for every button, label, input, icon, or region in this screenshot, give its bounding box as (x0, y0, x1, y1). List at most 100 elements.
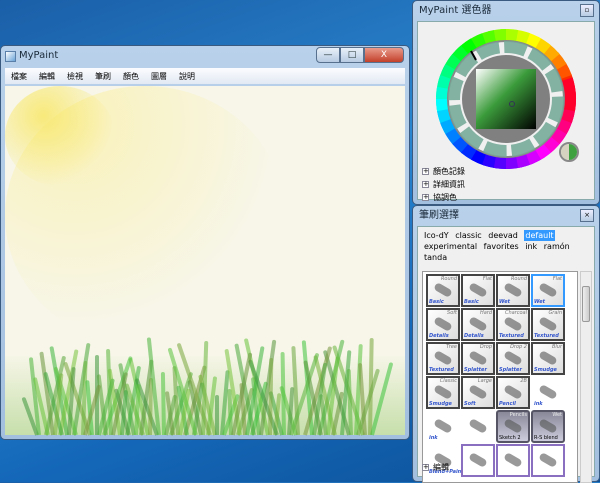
brush-group-label: Textured (429, 367, 454, 373)
brush-item[interactable] (496, 444, 530, 477)
brush-name: 2B (520, 378, 527, 384)
brush-stroke-preview (503, 282, 523, 298)
brush-group-label: Smudge (429, 401, 452, 407)
brush-stroke-preview (468, 316, 488, 332)
brush-item[interactable]: Drop 2 Splatter (496, 342, 530, 375)
brush-name: Soft (447, 310, 457, 316)
brush-group-tab[interactable]: favorites (484, 241, 519, 252)
mypaint-main-window: MyPaint — □ X 檔案 編輯 檢視 筆刷 顏色 圖層 說明 (0, 45, 410, 440)
brush-item[interactable]: Round Basic (426, 274, 460, 307)
menu-brush[interactable]: 筆刷 (95, 71, 111, 82)
brush-group-tab[interactable]: default (524, 230, 555, 241)
brush-group-tab[interactable]: experimental (424, 241, 477, 252)
brush-item[interactable]: Drop Splatter (461, 342, 495, 375)
brush-group-tab[interactable]: deevad (488, 230, 518, 241)
menu-view[interactable]: 檢視 (67, 71, 83, 82)
brush-item[interactable]: Round Wet (496, 274, 530, 307)
brush-item[interactable]: Hard Details (461, 308, 495, 341)
drawing-canvas[interactable] (5, 86, 405, 436)
menu-help[interactable]: 說明 (179, 71, 195, 82)
title-bar[interactable]: MyPaint — □ X (1, 46, 409, 66)
brush-stroke-preview (433, 418, 453, 434)
brush-item[interactable]: Blur Smudge (531, 342, 565, 375)
brush-item[interactable] (531, 444, 565, 477)
menu-file[interactable]: 檔案 (11, 71, 27, 82)
panel-close-button[interactable]: ▫ (580, 4, 594, 17)
brush-group-tab[interactable]: ramón (544, 241, 570, 252)
hue-segment (561, 77, 576, 112)
brush-item[interactable] (461, 410, 495, 443)
expander-details[interactable]: + 詳細資訊 (418, 178, 465, 191)
brush-item[interactable]: Soft Details (426, 308, 460, 341)
brush-name: Large (477, 378, 492, 384)
brush-name: Drop (479, 344, 492, 350)
brush-item[interactable]: Pencils Sketch 2 (496, 410, 530, 443)
brush-item[interactable] (461, 444, 495, 477)
brush-grid: Round Basic Flat Basic Round Wet Flat Wet Soft De… (422, 271, 578, 483)
saturation-value-square (476, 69, 536, 129)
maximize-button[interactable]: □ (340, 47, 364, 63)
brush-item[interactable]: Charcoal Textured (496, 308, 530, 341)
brush-item[interactable]: Classic Smudge (426, 376, 460, 409)
brush-name: Flat (552, 276, 562, 282)
close-button[interactable]: X (364, 47, 404, 63)
brush-stroke-preview (468, 384, 488, 400)
brush-stroke-preview (538, 384, 558, 400)
brush-group-tab[interactable]: ink (525, 241, 537, 252)
brush-item[interactable]: Wet R-S blend (531, 410, 565, 443)
brush-stroke-preview (468, 418, 488, 434)
brush-item[interactable]: 2B Pencil (496, 376, 530, 409)
menu-color[interactable]: 顏色 (123, 71, 139, 82)
brush-name: Blur (551, 344, 562, 350)
expander-harmonies[interactable]: + 協調色 (418, 191, 465, 204)
expander-edit[interactable]: + 編輯 (418, 461, 449, 474)
brush-group-label: Wet (534, 299, 545, 305)
brush-group-tab[interactable]: Ico-dY (424, 230, 449, 241)
brush-name: Round (510, 276, 527, 282)
menu-bar: 檔案 編輯 檢視 筆刷 顏色 圖層 說明 (5, 68, 405, 84)
color-picker-panel: MyPaint 選色器 ▫ + 顏色記錄 + 詳細資訊 + 協調色 (412, 0, 600, 205)
brush-name: Hard (479, 310, 492, 316)
brush-scrollbar[interactable] (580, 271, 592, 483)
brush-group-label: Textured (534, 333, 559, 339)
menu-edit[interactable]: 編輯 (39, 71, 55, 82)
brush-name: Classic (439, 378, 457, 384)
brush-group-label: Splatter (464, 367, 487, 373)
brush-name: Round (440, 276, 457, 282)
window-title: MyPaint (19, 50, 59, 61)
minimize-button[interactable]: — (316, 47, 340, 63)
brush-group-tab[interactable]: classic (455, 230, 481, 241)
brush-name: Grain (548, 310, 562, 316)
scroll-thumb[interactable] (582, 286, 590, 322)
brush-stroke-preview (503, 316, 523, 332)
expand-icon: + (422, 193, 429, 201)
expander-color-history[interactable]: + 顏色記錄 (418, 165, 465, 178)
brush-stroke-preview (433, 350, 453, 366)
brush-stroke-preview (468, 350, 488, 366)
brush-group-label: Details (464, 333, 484, 339)
sun (5, 86, 115, 186)
brush-stroke-preview (503, 452, 523, 468)
brush-stroke-preview (503, 350, 523, 366)
brush-item[interactable]: Tree Textured (426, 342, 460, 375)
brush-stroke-preview (538, 452, 558, 468)
menu-layer[interactable]: 圖層 (151, 71, 167, 82)
brush-groups: Ico-dY classic deevad default experiment… (418, 227, 594, 266)
brush-item[interactable]: Large Soft (461, 376, 495, 409)
brush-item[interactable]: Flat Wet (531, 274, 565, 307)
brush-group-label: Pencil (499, 401, 516, 407)
expand-icon: + (422, 180, 429, 188)
panel-close-button[interactable]: × (580, 209, 594, 222)
brush-item[interactable]: Flat Basic (461, 274, 495, 307)
brush-stroke-preview (503, 384, 523, 400)
brush-item[interactable]: ink (531, 376, 565, 409)
app-icon (5, 51, 16, 62)
brush-group-label: Basic (464, 299, 479, 305)
brush-stroke-preview (468, 282, 488, 298)
brush-group-tab[interactable]: tanda (424, 252, 447, 263)
brush-item[interactable]: ink (426, 410, 460, 443)
brush-item[interactable]: Grain Textured (531, 308, 565, 341)
brush-selector-panel: 筆刷選擇 × Ico-dY classic deevad default exp… (412, 205, 600, 483)
brush-group-label: Basic (429, 299, 444, 305)
brush-group-label: ink (534, 401, 543, 407)
